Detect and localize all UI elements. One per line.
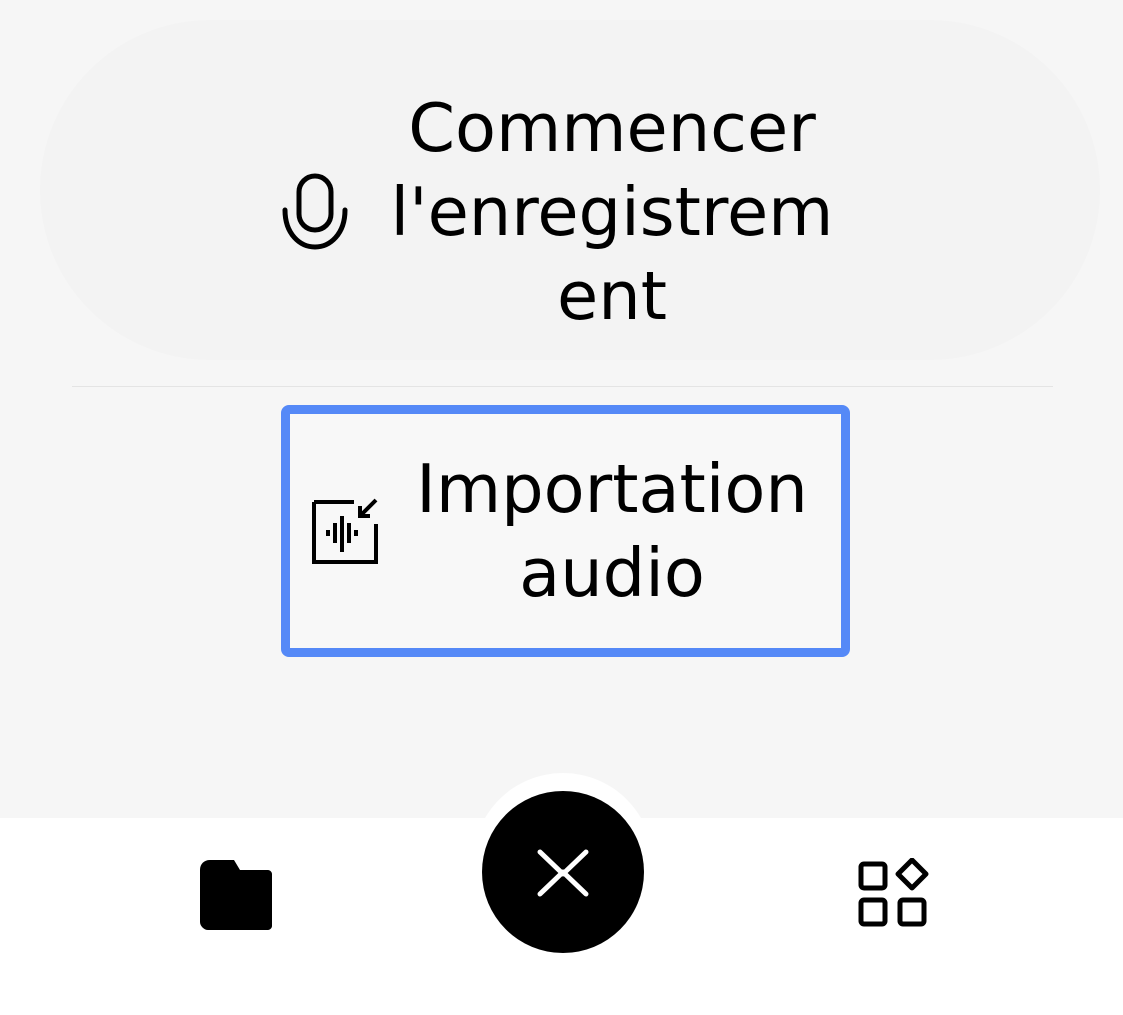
microphone-icon (282, 173, 348, 250)
apps-grid-icon[interactable] (858, 858, 930, 930)
close-icon (537, 849, 589, 897)
audio-import-label: Importation audio (416, 450, 808, 612)
audio-import-icon (312, 498, 378, 564)
menu-divider (72, 386, 1053, 387)
audio-action-screen: Commencer l'enregistrement Importation a… (0, 0, 1123, 1015)
start-recording-button[interactable]: Commencer l'enregistrement (270, 89, 870, 335)
start-recording-label: Commencer l'enregistrement (390, 89, 834, 335)
audio-import-button[interactable]: Importation audio (281, 405, 850, 657)
close-menu-button[interactable] (482, 791, 644, 953)
folder-icon[interactable] (196, 858, 272, 930)
